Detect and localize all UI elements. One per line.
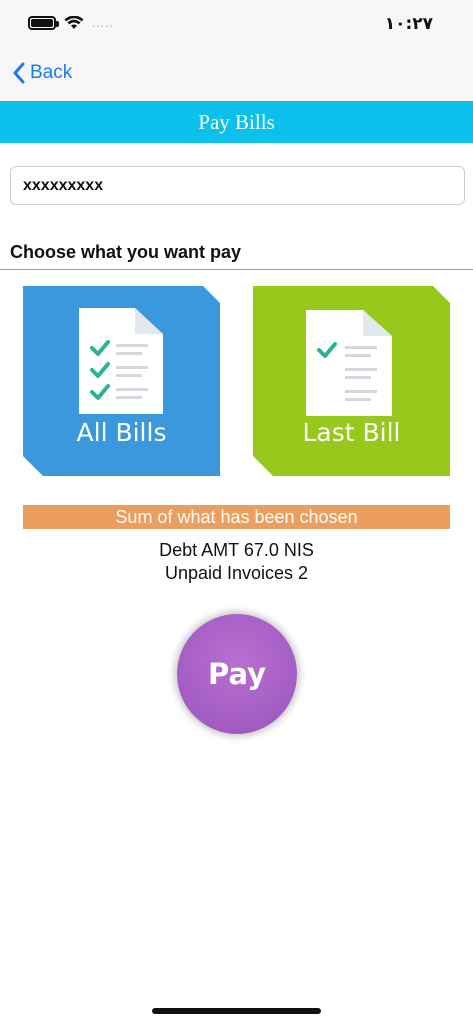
pay-label: Pay bbox=[207, 657, 267, 691]
home-indicator[interactable] bbox=[152, 1008, 321, 1014]
status-bar: ..... ١٠:٢٧ bbox=[0, 0, 473, 50]
debt-amount: Debt AMT 67.0 NIS bbox=[159, 540, 314, 560]
all-bills-button[interactable]: All Bills bbox=[23, 286, 220, 476]
chevron-left-icon bbox=[13, 62, 25, 84]
signal-dots: ..... bbox=[92, 16, 114, 30]
last-bill-icon bbox=[253, 286, 450, 476]
last-bill-button[interactable]: Last Bill bbox=[253, 286, 450, 476]
all-bills-label: All Bills bbox=[76, 418, 167, 447]
page-title-bar: Pay Bills bbox=[0, 101, 473, 143]
wifi-icon bbox=[64, 16, 84, 29]
account-number-input[interactable] bbox=[10, 166, 465, 205]
status-indicators: ..... bbox=[28, 16, 114, 30]
summary-banner: Sum of what has been chosen bbox=[23, 505, 450, 529]
status-time: ١٠:٢٧ bbox=[384, 14, 433, 34]
section-heading: Choose what you want pay bbox=[10, 242, 242, 262]
last-bill-label: Last Bill bbox=[302, 418, 401, 447]
page-title: Pay Bills bbox=[198, 109, 275, 134]
unpaid-invoices: Unpaid Invoices 2 bbox=[164, 563, 309, 583]
pay-button[interactable]: Pay bbox=[177, 614, 297, 734]
all-bills-icon bbox=[23, 286, 220, 476]
nav-bar: Back bbox=[0, 50, 473, 101]
section-divider bbox=[0, 269, 473, 270]
back-label: Back bbox=[30, 62, 73, 83]
battery-icon bbox=[28, 16, 59, 30]
back-button[interactable]: Back bbox=[12, 62, 72, 84]
summary-label: Sum of what has been chosen bbox=[115, 506, 358, 527]
